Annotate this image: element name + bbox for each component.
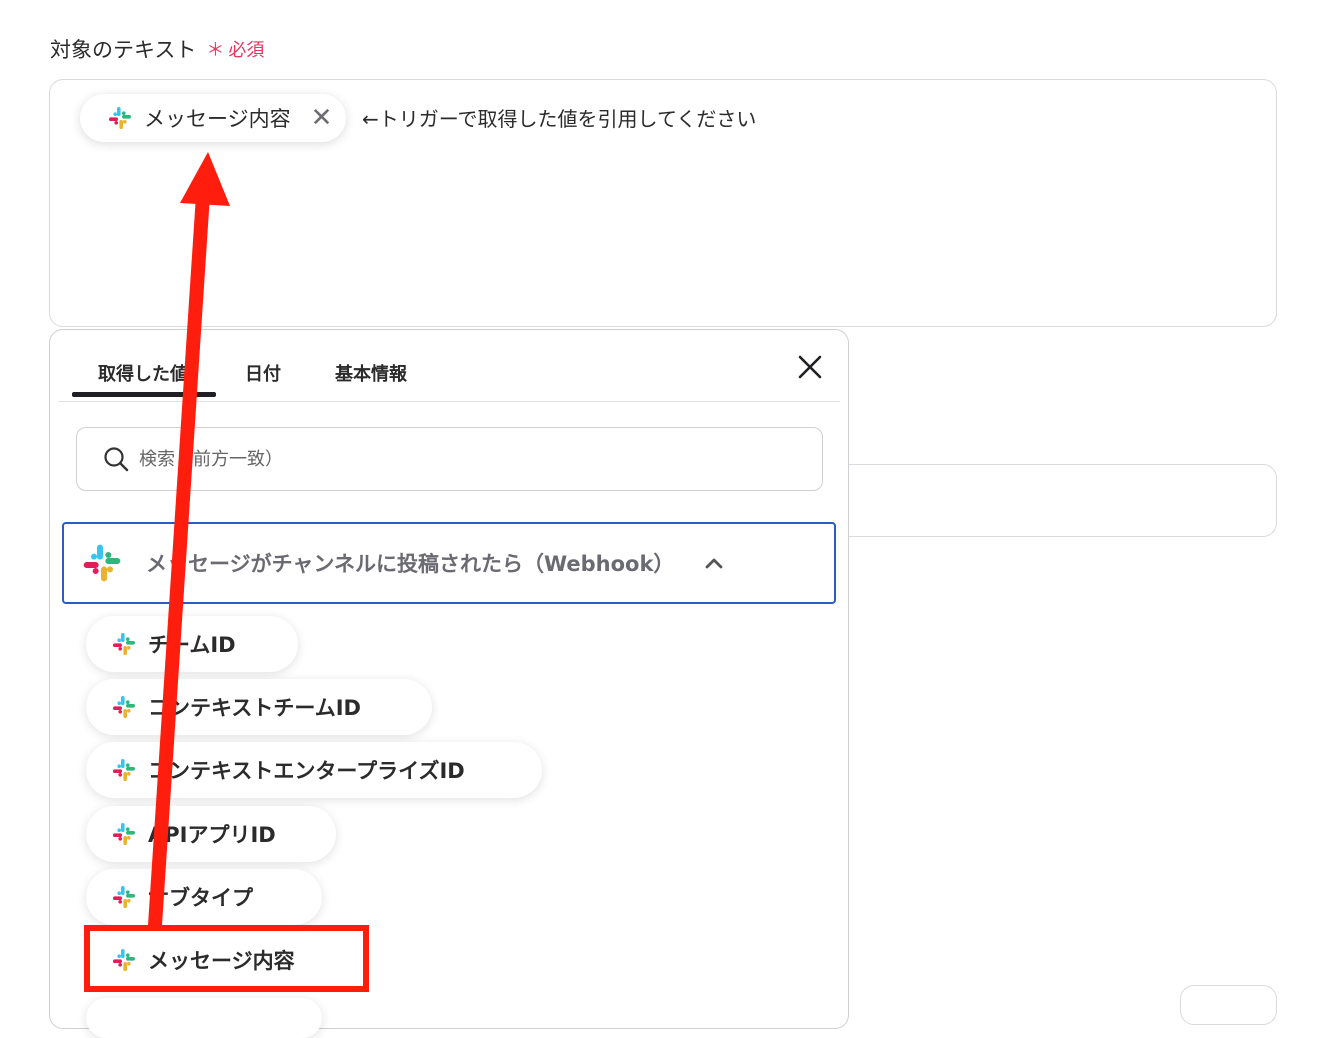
- inserted-value-chip[interactable]: メッセージ内容 ✕: [80, 94, 347, 142]
- search-icon: [104, 447, 129, 472]
- required-mark: ＊: [206, 40, 225, 61]
- required-text: 必須: [228, 40, 265, 61]
- tab-bar: 取得した値 日付 基本情報: [58, 330, 840, 402]
- search-input[interactable]: [137, 447, 741, 471]
- value-item-context-enterprise-id[interactable]: コンテキストエンタープライズID: [86, 742, 542, 798]
- tab-acquired-values[interactable]: 取得した値: [72, 360, 216, 397]
- search-box[interactable]: [76, 427, 823, 491]
- close-icon[interactable]: ✕: [311, 105, 333, 131]
- annotation-highlight-box: [84, 925, 369, 992]
- slack-icon: [112, 822, 136, 846]
- item-label: チームID: [148, 633, 236, 657]
- value-item-team-id[interactable]: チームID: [86, 616, 298, 672]
- trigger-group-header[interactable]: メッセージがチャンネルに投稿されたら（Webhook）: [62, 522, 836, 604]
- chevron-up-icon[interactable]: [704, 556, 724, 570]
- required-badge: ＊ 必須: [206, 36, 264, 62]
- slack-icon: [108, 106, 132, 130]
- item-label: コンテキストエンタープライズID: [148, 759, 465, 783]
- item-label: サブタイプ: [148, 886, 253, 910]
- slack-icon: [112, 758, 136, 782]
- slack-icon: [112, 885, 136, 909]
- field-label-text: 対象のテキスト: [50, 38, 197, 62]
- value-item-next[interactable]: [86, 998, 322, 1038]
- value-item-subtype[interactable]: サブタイプ: [86, 869, 322, 925]
- slack-icon: [112, 695, 136, 719]
- field-label: 対象のテキスト ＊ 必須: [50, 34, 264, 64]
- tab-date[interactable]: 日付: [245, 360, 281, 386]
- item-label: コンテキストチームID: [148, 696, 361, 720]
- tab-basic-info[interactable]: 基本情報: [335, 360, 407, 386]
- value-picker-popup: 取得した値 日付 基本情報 メッセージがチャンネルに投稿されたら（Webhook…: [49, 329, 849, 1038]
- item-label: APIアプリID: [148, 823, 276, 847]
- slack-icon: [112, 632, 136, 656]
- field-hint: ←トリガーで取得した値を引用してください: [362, 107, 757, 131]
- background-field[interactable]: [1180, 985, 1277, 1025]
- value-item-context-team-id[interactable]: コンテキストチームID: [86, 679, 432, 735]
- chip-label: メッセージ内容: [144, 107, 291, 131]
- slack-icon: [82, 543, 122, 583]
- group-title: メッセージがチャンネルに投稿されたら（Webhook）: [146, 552, 675, 576]
- close-icon[interactable]: [795, 352, 825, 382]
- value-item-api-app-id[interactable]: APIアプリID: [86, 806, 336, 862]
- background-field[interactable]: [820, 464, 1277, 537]
